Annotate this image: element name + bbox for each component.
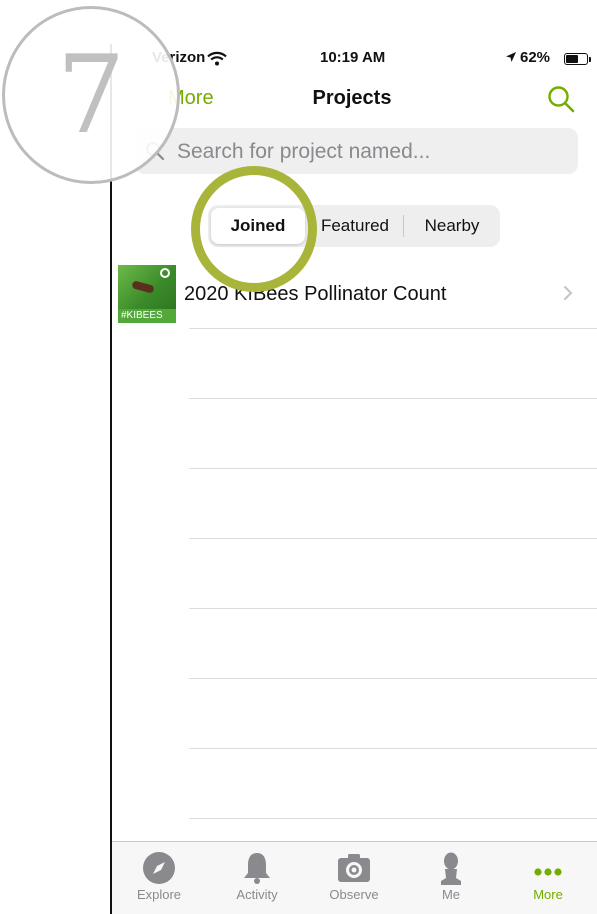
battery-icon (564, 53, 591, 65)
tab-label: Activity (236, 887, 278, 902)
search-bar (135, 128, 578, 176)
row-separator (189, 678, 597, 679)
tab-bar: Explore Activity Observe Me More (112, 841, 597, 914)
row-separator (189, 398, 597, 399)
tab-label: More (533, 887, 563, 902)
row-separator (189, 608, 597, 609)
bell-icon (244, 853, 270, 884)
tab-more[interactable]: More (508, 842, 588, 902)
project-row[interactable]: #KIBEES 2020 KIBees Pollinator Count (112, 257, 597, 327)
project-thumbnail: #KIBEES (118, 265, 176, 323)
tab-observe[interactable]: Observe (314, 842, 394, 902)
search-icon[interactable] (546, 84, 576, 114)
segment-divider (403, 215, 404, 237)
nav-bar: More Projects (112, 74, 597, 124)
tab-label: Observe (329, 887, 379, 902)
segment-nearby[interactable]: Nearby (406, 208, 498, 244)
segment-featured[interactable]: Featured (310, 208, 400, 244)
emblem-icon (160, 268, 170, 278)
row-separator (189, 328, 597, 329)
phone-screen: Verizon 10:19 AM 62% More Projects Joine… (110, 44, 597, 914)
wifi-icon (207, 51, 227, 66)
more-dots-icon (534, 868, 562, 876)
row-separator (189, 468, 597, 469)
tab-me[interactable]: Me (411, 842, 491, 902)
row-separator (189, 538, 597, 539)
status-bar: Verizon 10:19 AM 62% (112, 44, 597, 74)
chevron-right-icon (564, 286, 573, 300)
row-separator (189, 748, 597, 749)
highlight-ring (191, 166, 317, 292)
camera-icon (338, 854, 370, 882)
tab-label: Explore (136, 887, 182, 902)
page-title: Projects (312, 87, 392, 109)
project-title: 2020 KIBees Pollinator Count (184, 283, 447, 305)
location-arrow-icon (506, 52, 516, 62)
clock: 10:19 AM (320, 49, 386, 66)
tab-activity[interactable]: Activity (217, 842, 297, 902)
tab-label: Me (441, 887, 461, 902)
person-icon (441, 852, 461, 885)
compass-icon (143, 852, 175, 884)
row-separator (189, 818, 597, 819)
battery-percent: 62% (520, 49, 551, 66)
step-badge: 7 (2, 6, 180, 184)
step-number: 7 (56, 33, 126, 158)
thumbnail-tag: #KIBEES (118, 309, 176, 323)
tab-explore[interactable]: Explore (119, 842, 199, 902)
